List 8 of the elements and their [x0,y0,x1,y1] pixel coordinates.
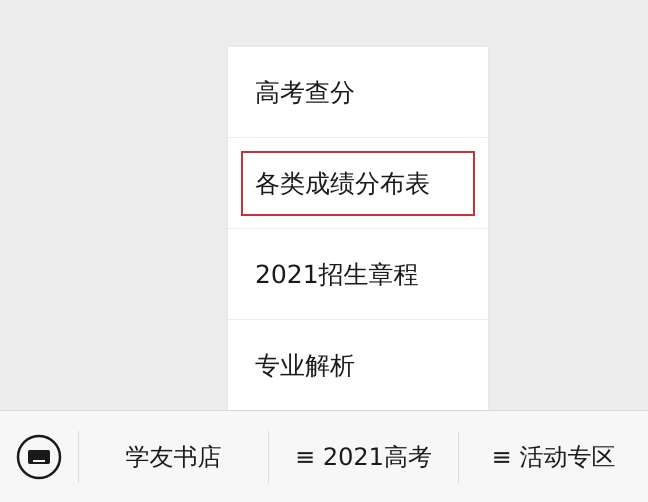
menu-item[interactable]: 高考查分 [241,60,475,124]
menu-tab[interactable]: ≡ 2021高考 [295,440,432,472]
menu-tab[interactable]: 学友书店 [126,440,222,472]
menu-item[interactable]: 2021招生章程 [241,242,475,306]
menu-item[interactable]: 专业解析 [241,332,475,398]
keyboard-icon[interactable] [16,434,62,480]
menu-tab[interactable]: ≡ 活动专区 [492,440,616,472]
menu-item[interactable]: 各类成绩分布表 [241,150,475,216]
